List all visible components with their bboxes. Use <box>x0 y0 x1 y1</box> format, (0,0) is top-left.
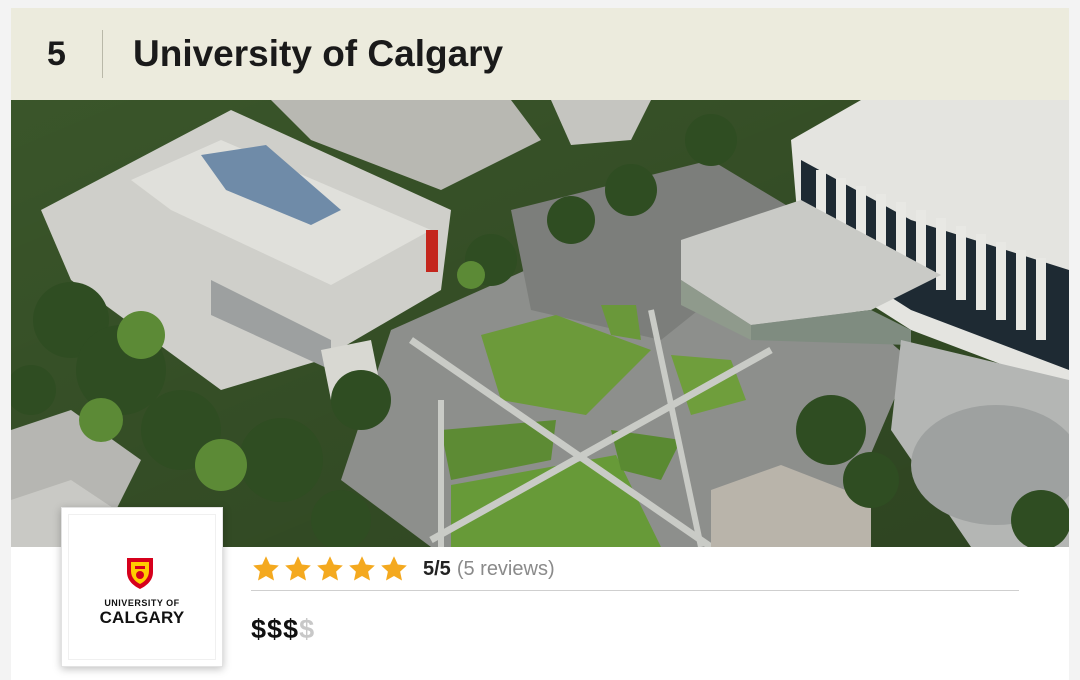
listing-title[interactable]: University of Calgary <box>133 8 503 100</box>
star-icon <box>253 556 279 581</box>
reviews-count-link[interactable]: (5 reviews) <box>457 558 555 581</box>
section-divider <box>251 590 1019 591</box>
price-active: $$$ <box>251 614 300 644</box>
listing-header: 5 University of Calgary <box>11 8 1069 100</box>
star-icon <box>317 556 343 581</box>
campus-photo[interactable] <box>11 100 1069 547</box>
star-icon <box>285 556 311 581</box>
crest-icon <box>127 558 153 589</box>
logo-text-university-of: UNIVERSITY OF <box>104 598 180 608</box>
aerial-campus-photo <box>11 100 1069 547</box>
logo-text-calgary: CALGARY <box>99 608 185 627</box>
price-inactive: $ <box>299 614 316 644</box>
star-icon <box>381 556 407 581</box>
university-logo[interactable]: UNIVERSITY OF CALGARY <box>61 507 223 667</box>
star-rating <box>251 554 409 584</box>
rank-number: 5 <box>47 35 66 73</box>
price-level: $$$$ <box>251 611 315 647</box>
header-divider <box>102 30 103 78</box>
star-icon <box>349 556 375 581</box>
rating-score: 5/5 <box>423 557 451 580</box>
rating-row: 5/5 (5 reviews) <box>251 553 555 585</box>
listing-card: 5 University of Calgary UNIVERSITY OF CA… <box>11 8 1069 680</box>
